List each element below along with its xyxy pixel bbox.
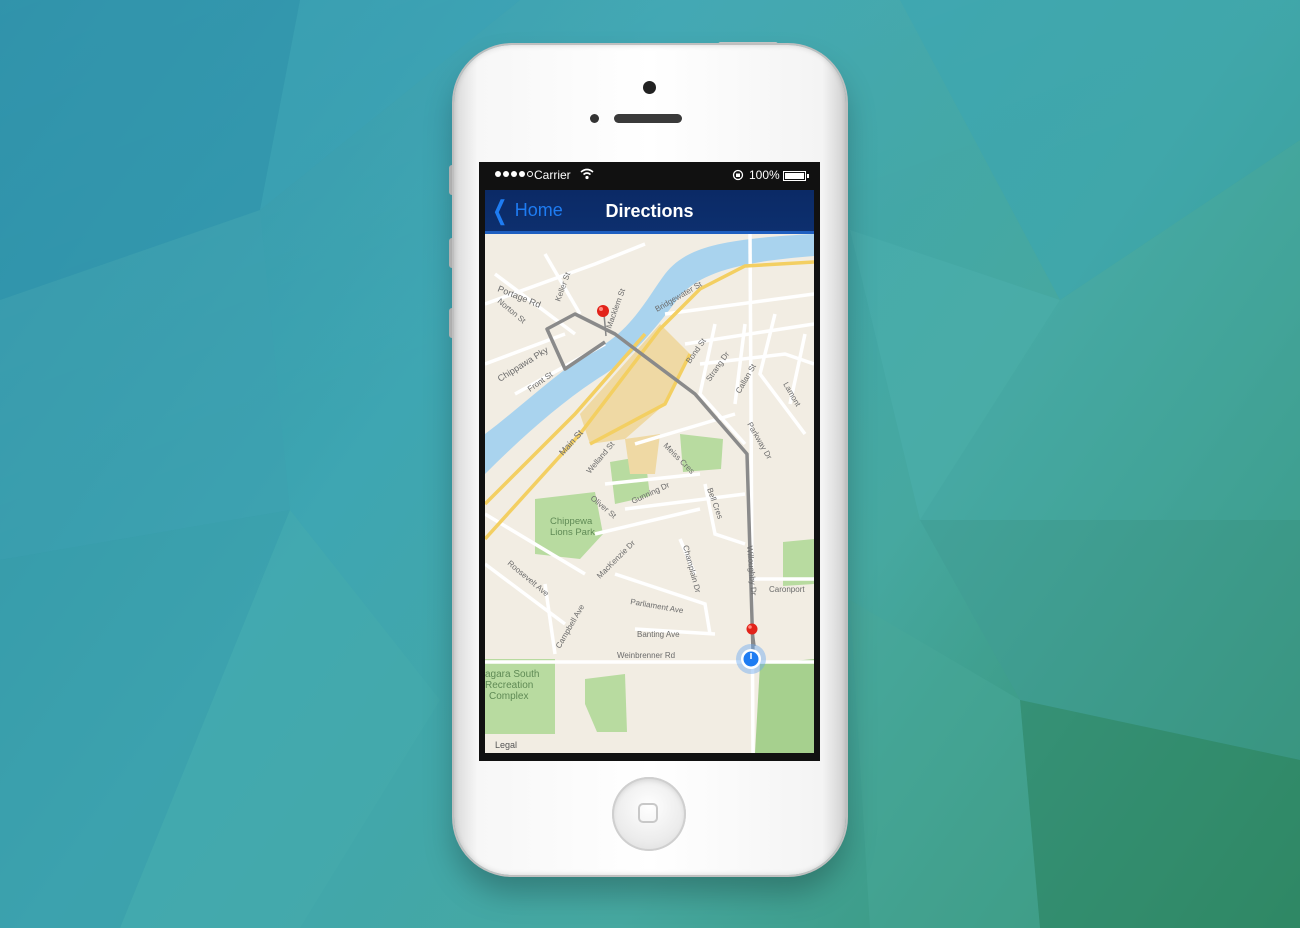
map-label-willoughby: Willoughby Dr	[745, 545, 758, 596]
current-location-icon[interactable]	[736, 644, 766, 674]
map-label-rec-3: Complex	[489, 691, 528, 702]
map-label-main: Main St	[557, 428, 585, 458]
map-label-caronport: Caronport	[769, 585, 805, 594]
park-east	[755, 659, 814, 753]
park-small-3	[585, 674, 627, 732]
map-label-banting: Banting Ave	[637, 630, 680, 639]
status-bar: Carrier 100%	[485, 162, 814, 190]
map-label-rec-1: agara South	[485, 669, 540, 680]
map-label-weinbrenner: Weinbrenner Rd	[617, 651, 675, 660]
map-label-champlain: Champlain Dr	[681, 544, 702, 594]
front-camera	[643, 81, 656, 94]
navigation-bar: ❮ Home Directions	[485, 190, 814, 234]
directions-map[interactable]: Portage Rd Norton St Keller St Macklem S…	[485, 234, 814, 753]
map-label-bond: Bond St	[684, 336, 708, 365]
signal-strength-icon	[495, 171, 533, 177]
battery-percent: 100%	[749, 168, 780, 182]
legal-link[interactable]: Legal	[495, 740, 517, 750]
phone-screen: Carrier 100% ❮ Home Directions Portage R…	[479, 162, 820, 761]
map-label-campbell: Campbell Ave	[554, 602, 587, 650]
map-label-park-2: Lions Park	[550, 527, 595, 538]
battery-icon	[783, 171, 809, 181]
carrier-name: Carrier	[534, 168, 571, 182]
wifi-icon	[580, 168, 594, 180]
earpiece-speaker	[614, 114, 682, 123]
orientation-lock-icon	[732, 169, 744, 181]
map-label-park-1: Chippewa	[550, 516, 593, 527]
home-button[interactable]	[612, 777, 686, 851]
map-label-roosevelt: Roosevelt Ave	[506, 559, 551, 599]
map-label-rec-2: Recreation	[485, 680, 533, 691]
page-title: Directions	[605, 201, 694, 221]
proximity-sensor	[590, 114, 599, 123]
map-label-parliament: Parliament Ave	[630, 597, 685, 615]
